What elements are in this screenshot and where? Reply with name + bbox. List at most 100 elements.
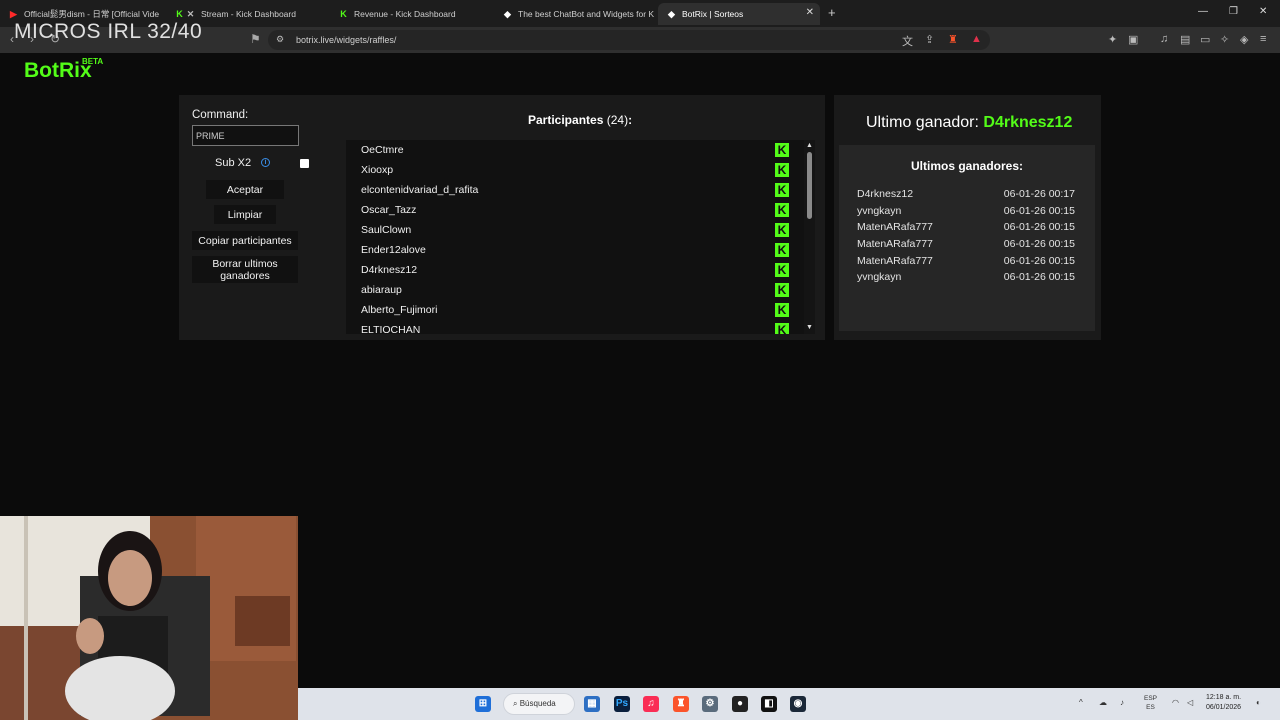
bookmark-icon[interactable]: ⚑ xyxy=(250,32,261,46)
stream-overlay-title: MICROS IRL 32/40 xyxy=(14,20,203,43)
minimize-icon[interactable]: — xyxy=(1198,6,1208,17)
sub-x2-label: Sub X2 xyxy=(215,157,252,169)
brave-shields-icon[interactable]: ♜ xyxy=(948,33,958,46)
youtube-icon: ▶ xyxy=(10,8,17,19)
menu-icon[interactable]: ≡ xyxy=(1260,33,1266,45)
close-window-icon[interactable]: ✕ xyxy=(1259,6,1267,17)
tab-title: BotRix | Sorteos xyxy=(682,9,744,19)
tab-botrix-site[interactable]: ◆ The best ChatBot and Widgets for Ki xyxy=(494,3,654,25)
command-input[interactable] xyxy=(192,125,299,146)
kick-icon: K xyxy=(775,283,789,297)
leo-ai-icon[interactable]: ✧ xyxy=(1220,33,1229,46)
screenshot-icon[interactable]: ▣ xyxy=(1128,33,1138,46)
windows-taskbar: ⊞ ⌕ Búsqueda ▦ Ps ♫ ♜ ⚙ ● ◧ ◉ ^ ☁ ♪ ESP E… xyxy=(298,688,1280,720)
settings-icon[interactable]: ⚙ xyxy=(702,696,718,712)
participants-scrollbar[interactable]: ▲ ▼ xyxy=(804,140,815,334)
clear-button[interactable]: Limpiar xyxy=(214,205,276,224)
kick-icon: K xyxy=(340,8,347,19)
mute-icon: ✕ xyxy=(186,8,195,19)
delete-recent-winners-button[interactable]: Borrar ultimos ganadores xyxy=(192,256,298,283)
kick-icon: K xyxy=(775,323,789,334)
wifi-icon[interactable]: ◠ xyxy=(1172,698,1179,707)
kick-icon: K xyxy=(775,263,789,277)
kick-icon: K xyxy=(775,203,789,217)
tab-botrix-raffles[interactable]: ◆ BotRix | Sorteos ✕ xyxy=(658,3,820,25)
tab-title: The best ChatBot and Widgets for Ki xyxy=(518,9,654,19)
steam-icon[interactable]: ◉ xyxy=(790,696,806,712)
botrix-icon: ◆ xyxy=(504,8,511,19)
kick-icon: K xyxy=(775,163,789,177)
participants-title: Participantes (24): xyxy=(528,113,633,127)
beta-badge: BETA xyxy=(82,57,104,66)
vpn-icon[interactable]: ◈ xyxy=(1240,33,1248,46)
file-explorer-icon[interactable]: ▦ xyxy=(584,696,600,712)
language-indicator[interactable]: ESP ES xyxy=(1144,694,1157,712)
restore-icon[interactable]: ❐ xyxy=(1229,6,1238,17)
last-winner-name: D4rknesz12 xyxy=(983,114,1073,131)
kick-icon: K xyxy=(775,243,789,257)
url-text[interactable]: botrix.live/widgets/raffles/ xyxy=(296,35,396,45)
capcut-icon[interactable]: ◧ xyxy=(761,696,777,712)
translate-icon[interactable]: 文 xyxy=(902,33,913,49)
webcam-image xyxy=(0,516,298,720)
participants-count: (24) xyxy=(606,113,629,127)
recent-winners-box: Ultimos ganadores: D4rknesz12 06-01-26 00… xyxy=(839,145,1095,331)
close-tab-icon[interactable]: ✕ xyxy=(806,7,814,18)
brave-rewards-icon[interactable]: ▲ xyxy=(971,33,982,45)
accept-button[interactable]: Aceptar xyxy=(206,180,284,199)
system-clock[interactable]: 12:18 a. m. 06/01/2026 xyxy=(1206,693,1241,713)
participants-list[interactable]: OeCtmre K Xiooxp K elcontenidvariad_d_rafi… xyxy=(346,140,804,334)
list-item[interactable]: SaulClown K xyxy=(361,220,789,240)
list-item[interactable]: Oscar_Tazz K xyxy=(361,200,789,220)
music-app-icon[interactable]: ♫ xyxy=(643,696,659,712)
sub-x2-checkbox[interactable] xyxy=(300,159,309,168)
list-item[interactable]: D4rknesz12 K xyxy=(361,260,789,280)
list-item[interactable]: elcontenidvariad_d_rafita K xyxy=(361,180,789,200)
list-item[interactable]: Xiooxp K xyxy=(361,160,789,180)
brave-icon[interactable]: ♜ xyxy=(673,696,689,712)
notification-icon[interactable]: ◐ xyxy=(1256,698,1261,707)
list-item[interactable]: OeCtmre K xyxy=(361,140,789,160)
webcam-feed xyxy=(0,516,298,720)
site-info-icon[interactable]: ⚙ xyxy=(276,34,284,45)
winner-row: yvngkayn 06-01-26 00:15 xyxy=(857,271,1075,283)
kick-icon: K xyxy=(176,8,183,19)
list-item[interactable]: Ender12alove K xyxy=(361,240,789,260)
tab-title: Revenue - Kick Dashboard xyxy=(354,9,456,19)
obs-icon[interactable]: ● xyxy=(732,696,748,712)
list-item[interactable]: ELTIOCHAN K xyxy=(361,320,789,334)
winner-row: MatenARafa777 06-01-26 00:15 xyxy=(857,255,1075,267)
list-item[interactable]: abiaraup K xyxy=(361,280,789,300)
kick-icon: K xyxy=(775,183,789,197)
tab-kick-revenue[interactable]: K Revenue - Kick Dashboard xyxy=(330,3,490,25)
tab-title: Official髭男dism - 日常 [Official Vide xyxy=(24,9,160,19)
cloud-icon[interactable]: ☁ xyxy=(1099,698,1107,707)
page-header: BotRix BETA xyxy=(0,53,1280,87)
copy-participants-button[interactable]: Copiar participantes xyxy=(192,231,298,250)
scroll-thumb[interactable] xyxy=(807,152,812,219)
scroll-up-icon[interactable]: ▲ xyxy=(806,142,813,149)
kick-icon: K xyxy=(775,303,789,317)
start-icon[interactable]: ⊞ xyxy=(475,696,491,712)
last-winner: Ultimo ganador: D4rknesz12 xyxy=(866,114,1073,131)
scroll-down-icon[interactable]: ▼ xyxy=(806,324,813,331)
winner-row: MatenARafa777 06-01-26 00:15 xyxy=(857,221,1075,233)
tab-title: Stream - Kick Dashboard xyxy=(201,9,296,19)
extensions-icon[interactable]: ✦ xyxy=(1108,33,1117,46)
new-tab-icon[interactable]: + xyxy=(828,5,836,20)
share-icon[interactable]: ⇪ xyxy=(925,33,934,46)
winner-row: MatenARafa777 06-01-26 00:15 xyxy=(857,238,1075,250)
volume-icon[interactable]: ◁ xyxy=(1187,698,1193,707)
taskbar-search[interactable]: ⌕ Búsqueda xyxy=(503,693,575,715)
list-item[interactable]: Alberto_Fujimori K xyxy=(361,300,789,320)
kick-icon: K xyxy=(775,143,789,157)
recent-winners-title: Ultimos ganadores: xyxy=(910,159,1024,173)
music-icon[interactable]: ♫ xyxy=(1160,33,1168,45)
tray-chevron-icon[interactable]: ^ xyxy=(1079,698,1083,707)
wallet-icon[interactable]: ▭ xyxy=(1200,33,1210,46)
info-icon[interactable]: i xyxy=(261,158,270,167)
command-label: Command: xyxy=(192,109,249,121)
sidebar-icon[interactable]: ▤ xyxy=(1180,33,1190,46)
mic-icon[interactable]: ♪ xyxy=(1120,698,1124,707)
photoshop-icon[interactable]: Ps xyxy=(614,696,630,712)
